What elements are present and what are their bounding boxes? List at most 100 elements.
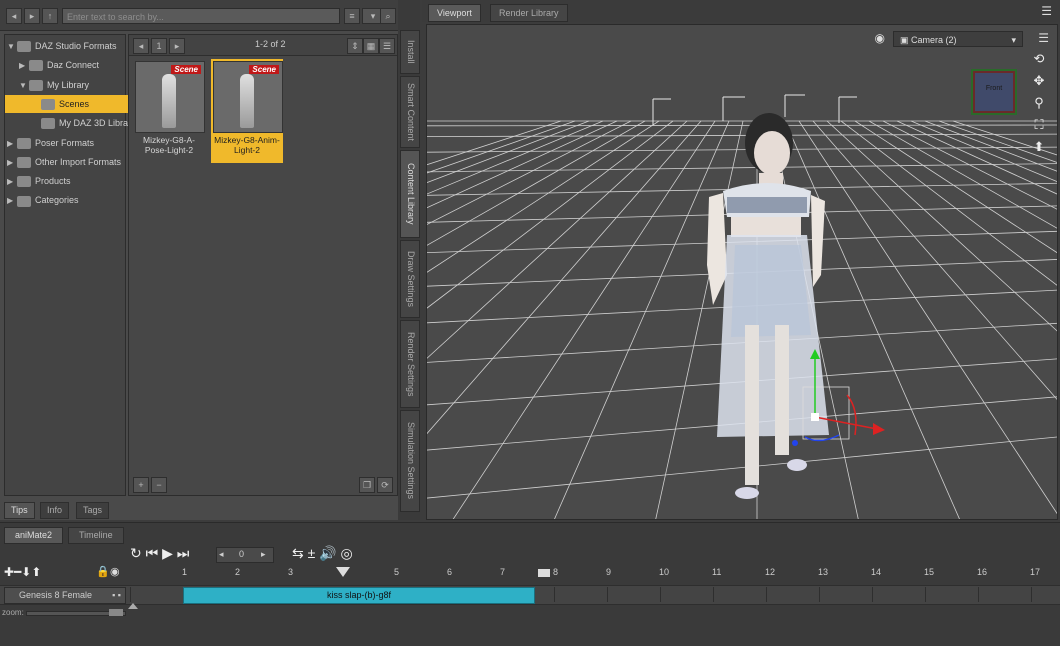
figure-preview	[240, 74, 254, 128]
lock-icon[interactable]: 🔒	[96, 565, 110, 578]
tab-content-library[interactable]: Content Library	[400, 150, 420, 238]
aux-view-icon[interactable]: ◉	[875, 31, 885, 45]
zoom-slider-handle[interactable]	[109, 609, 123, 616]
frame-stepper[interactable]: ◂ 0 ▸	[216, 547, 274, 563]
tree-item[interactable]: ▶ Poser Formats	[5, 134, 94, 152]
expanded-arrow-icon[interactable]: ▼	[19, 77, 29, 95]
tree-item-label: Categories	[35, 195, 79, 206]
search-icon[interactable]: ⌕	[380, 8, 396, 24]
zoom-icon[interactable]: ⚲	[1031, 95, 1047, 111]
tree-item[interactable]: My DAZ 3D Library	[5, 114, 136, 132]
track-cell[interactable]	[130, 587, 183, 602]
menu-icon[interactable]: ☰	[1041, 4, 1052, 18]
tab-animate2[interactable]: aniMate2	[4, 527, 64, 544]
move-down-icon[interactable]: ⬇	[21, 565, 31, 579]
tab-info[interactable]: Info	[40, 502, 70, 519]
tab-simulation-settings[interactable]: Simulation Settings	[400, 410, 420, 512]
folder-icon	[17, 195, 31, 207]
tab-tips[interactable]: Tips	[4, 502, 35, 519]
folder-icon	[41, 118, 55, 130]
prev-page-icon[interactable]: ◂	[133, 38, 149, 54]
collapsed-arrow-icon[interactable]: ▶	[7, 192, 17, 210]
tree-item[interactable]: ▶ Categories	[5, 191, 79, 209]
remove-icon[interactable]: −	[151, 477, 167, 493]
track-cell[interactable]	[872, 587, 925, 602]
collapsed-arrow-icon[interactable]: ▶	[7, 135, 17, 153]
frame-icon[interactable]: ⛶	[1031, 117, 1047, 133]
frame-ruler[interactable]: 1 2 3 5 6 7 8 9 10 11 12 13 14 15 16 17	[130, 565, 1060, 583]
rewind-icon[interactable]: ⏮	[146, 545, 159, 561]
track-cell[interactable]	[660, 587, 713, 602]
camera-select[interactable]: ▣ Camera (2) ▾	[893, 31, 1023, 47]
search-input[interactable]: Enter text to search by...	[62, 8, 340, 24]
back-icon[interactable]: ◂	[6, 8, 22, 24]
tab-viewport[interactable]: Viewport	[428, 4, 481, 22]
track-cell[interactable]	[819, 587, 872, 602]
track-name[interactable]: Genesis 8 Female ▪ ▪	[4, 587, 126, 604]
tree-item[interactable]: ▶ Daz Connect	[5, 56, 99, 74]
tab-install[interactable]: Install	[400, 30, 420, 74]
play-icon[interactable]: ▶	[162, 545, 173, 561]
viewport-menu-icon[interactable]: ☰	[1038, 31, 1049, 45]
track-cell[interactable]	[1031, 587, 1060, 602]
collapsed-arrow-icon[interactable]: ▶	[7, 154, 17, 172]
pan-icon[interactable]: ✥	[1031, 73, 1047, 89]
viewport[interactable]: ▣ Camera (2) ▾ ◉ ☰ Front ⟲ ✥ ⚲ ⛶ ⬆	[426, 24, 1058, 520]
orbit-icon[interactable]: ⟲	[1031, 51, 1047, 67]
next-page-icon[interactable]: ▸	[169, 38, 185, 54]
collapsed-arrow-icon[interactable]: ▶	[19, 57, 29, 75]
tab-smart-content[interactable]: Smart Content	[400, 76, 420, 148]
range-end-marker[interactable]	[538, 569, 550, 577]
track-cell[interactable]	[713, 587, 766, 602]
track-cell[interactable]	[925, 587, 978, 602]
visibility-icon[interactable]: ◉	[110, 565, 120, 578]
forward-icon[interactable]: ▸	[24, 8, 40, 24]
page-number[interactable]: 1	[151, 38, 167, 54]
tree-item[interactable]: ▼ DAZ Studio Formats	[5, 37, 117, 55]
up-icon[interactable]: ↑	[42, 8, 58, 24]
loop-icon[interactable]: ↻	[130, 545, 142, 561]
playhead-marker[interactable]	[336, 567, 350, 577]
track-options-icon[interactable]: ▪ ▪	[112, 588, 121, 603]
tab-render-settings[interactable]: Render Settings	[400, 320, 420, 408]
frame-value[interactable]: 0	[239, 549, 244, 559]
scene-thumbnail[interactable]: Scene Mizkey-G8-A-Pose-Light-2	[133, 59, 205, 163]
grid-view-icon[interactable]: ▦	[363, 38, 379, 54]
character-figure[interactable]	[707, 113, 829, 499]
add-icon[interactable]: +	[133, 477, 149, 493]
track-cell[interactable]	[554, 587, 607, 602]
frame-decrement-icon[interactable]: ◂	[219, 549, 224, 560]
track-cell[interactable]	[607, 587, 660, 602]
animation-clip[interactable]: kiss slap-(b)-g8f	[183, 587, 535, 604]
expanded-arrow-icon[interactable]: ▼	[7, 38, 17, 56]
tree-item[interactable]: ▶ Other Import Formats	[5, 153, 121, 171]
audio-icon[interactable]: 🔊	[319, 545, 336, 561]
view-cube[interactable]: Front	[971, 69, 1017, 115]
tab-draw-settings[interactable]: Draw Settings	[400, 240, 420, 318]
tab-tags[interactable]: Tags	[76, 502, 110, 519]
track-cell[interactable]	[978, 587, 1031, 602]
size-slider-icon[interactable]: ⇕	[347, 38, 363, 54]
frame-increment-icon[interactable]: ▸	[261, 549, 266, 560]
zoom-slider[interactable]	[26, 609, 126, 616]
copy-icon[interactable]: ❐	[359, 477, 375, 493]
scroll-marker-icon[interactable]	[128, 603, 138, 609]
list-view-icon[interactable]: ☰	[379, 38, 395, 54]
move-up-icon[interactable]: ⬆	[31, 565, 41, 579]
add-remove-icon[interactable]: ±	[308, 545, 316, 561]
home-icon[interactable]: ⬆	[1031, 139, 1047, 155]
database-icon[interactable]: ≡	[344, 8, 360, 24]
tab-render-library[interactable]: Render Library	[490, 4, 568, 22]
refresh-icon[interactable]: ⟳	[377, 477, 393, 493]
tree-item[interactable]: ▶ Products	[5, 172, 71, 190]
collapsed-arrow-icon[interactable]: ▶	[7, 173, 17, 191]
tab-timeline[interactable]: Timeline	[68, 527, 124, 544]
tree-item[interactable]: ▼ My Library	[5, 76, 89, 94]
step-forward-icon[interactable]: ⏭	[177, 545, 190, 561]
target-icon[interactable]: ◎	[341, 545, 353, 561]
camera-icon: ▣	[900, 35, 912, 45]
scene-thumbnail[interactable]: Scene Mizkey-G8-Anim-Light-2	[211, 59, 283, 163]
sync-icon[interactable]: ⇆	[292, 545, 304, 561]
track-cell[interactable]	[766, 587, 819, 602]
add-track-icon[interactable]: ✚	[4, 565, 14, 579]
